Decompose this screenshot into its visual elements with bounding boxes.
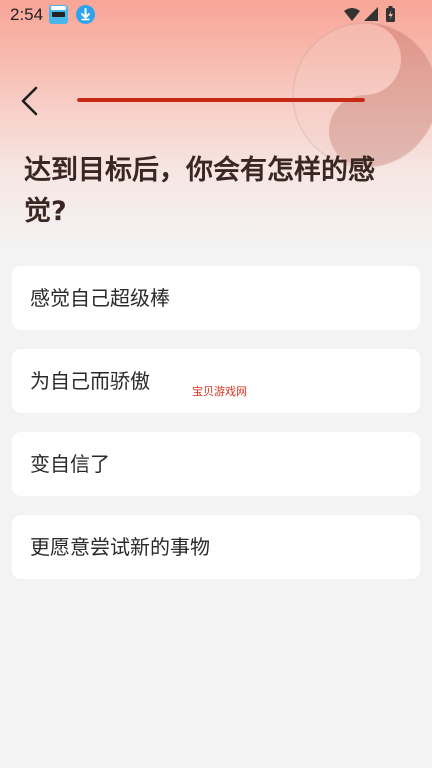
back-button[interactable]: [14, 82, 48, 120]
answer-option-1[interactable]: 感觉自己超级棒: [12, 266, 420, 330]
status-icons: [342, 6, 402, 24]
answer-option-4[interactable]: 更愿意尝试新的事物: [12, 515, 420, 579]
battery-charging-icon: [386, 6, 395, 22]
answer-options-list: 感觉自己超级棒 为自己而骄傲 变自信了 更愿意尝试新的事物: [12, 266, 420, 598]
progress-bar: [77, 98, 365, 102]
chevron-left-icon: [21, 86, 38, 116]
answer-option-2[interactable]: 为自己而骄傲: [12, 349, 420, 413]
download-icon: [76, 5, 95, 24]
game-app-icon: [49, 5, 68, 24]
answer-option-label: 更愿意尝试新的事物: [30, 535, 210, 559]
answer-option-3[interactable]: 变自信了: [12, 432, 420, 496]
answer-option-label: 感觉自己超级棒: [30, 286, 170, 310]
wifi-icon: [344, 8, 360, 21]
question-title: 达到目标后，你会有怎样的感觉?: [24, 155, 375, 227]
status-time: 2:54: [10, 5, 44, 24]
cellular-signal-icon: [364, 7, 378, 21]
watermark-text: 宝贝游戏网: [192, 385, 247, 398]
status-bar: 2:54: [0, 0, 432, 30]
progress-bar-fill: [77, 98, 365, 102]
yin-yang-decoration-icon: [292, 22, 432, 168]
answer-option-label: 变自信了: [30, 452, 110, 476]
answer-option-label: 为自己而骄傲: [30, 369, 150, 393]
